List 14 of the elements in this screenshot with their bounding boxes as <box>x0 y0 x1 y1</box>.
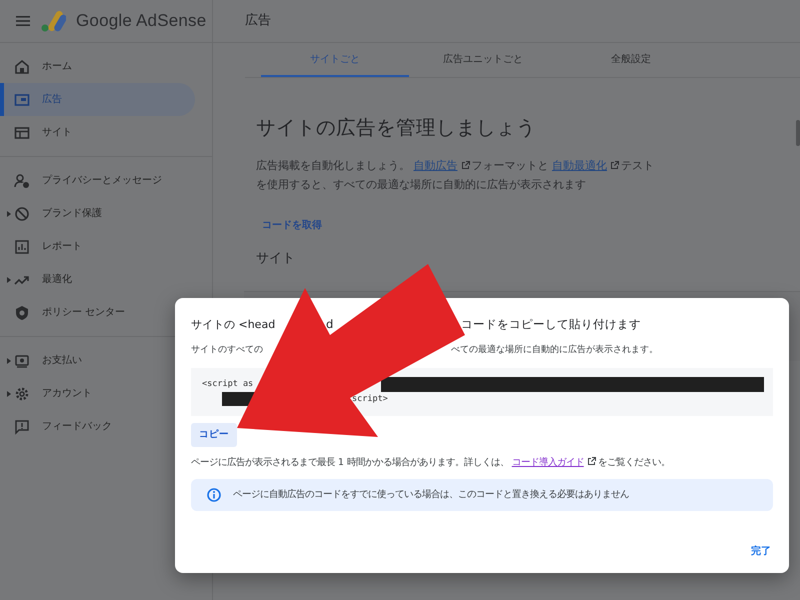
info-text: ページに自動広告のコードをすでに使っている場合は、このコードと置き換える必要はありません <box>233 488 629 502</box>
dialog-title: d <box>326 316 334 334</box>
dialog-title: サイトの <head <box>191 316 276 333</box>
code-text: script> <box>352 392 388 406</box>
page-heading: サイトの広告を管理しましょう <box>256 116 536 140</box>
code-text: <script as <box>202 378 254 390</box>
intro-text: 広告掲載を自動化しましょう。 自動広告 フォーマットと 自動最適化 テストを使用すると、すべての最適な場所に自動的に広告が表示されます <box>256 158 655 194</box>
dialog-subtitle: サイトのすべての <box>191 344 264 357</box>
dialog-title: コードをコピーして貼り付けます <box>461 316 641 334</box>
dialog-subtitle: べての最適な場所に自動的に広告が表示されます。 <box>451 344 658 357</box>
product-name: Google AdSense <box>76 10 206 32</box>
page-title: 広告 <box>244 12 271 30</box>
section-title: サイト <box>256 250 296 268</box>
note-text: ページに広告が表示されるまで最長 1 時間かかる場合があります。詳しくは、 コード導入ガイド をご覧ください。 <box>191 456 671 470</box>
